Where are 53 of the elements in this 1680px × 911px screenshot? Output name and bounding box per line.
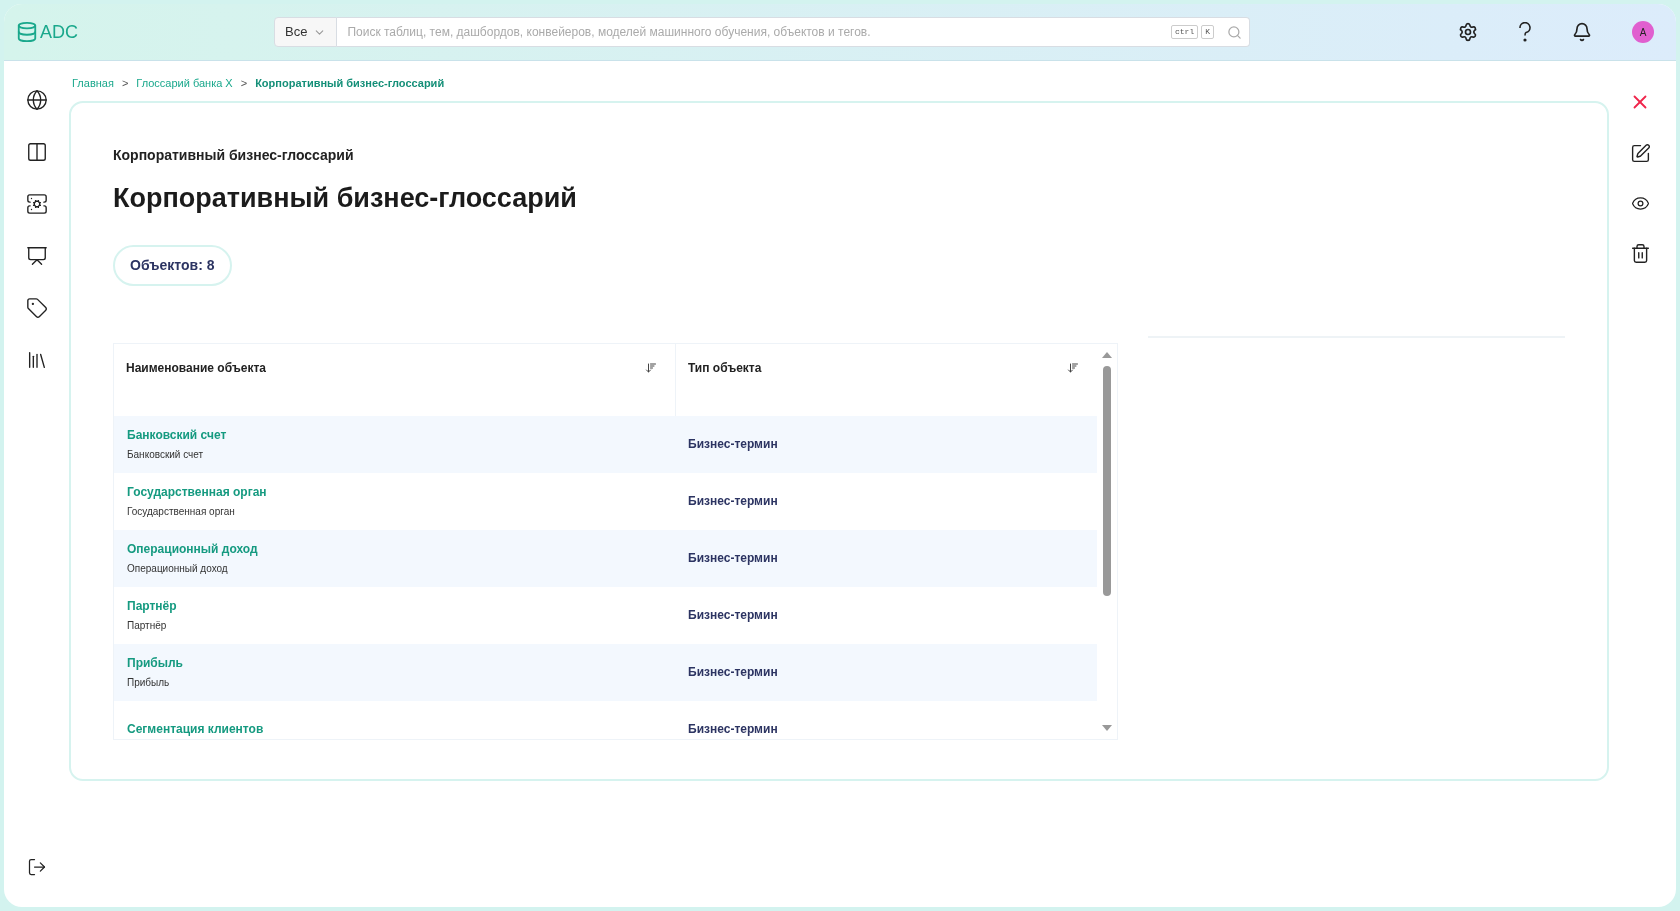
breadcrumb-separator: > bbox=[121, 75, 129, 91]
eye-icon[interactable] bbox=[1630, 194, 1650, 213]
bell-icon[interactable] bbox=[1572, 22, 1592, 42]
breadcrumb-link[interactable]: Корпоративный бизнес-глоссарий bbox=[255, 74, 445, 92]
object-link[interactable]: Банковский счет bbox=[127, 426, 663, 444]
shortcut-key: ctrl bbox=[1171, 25, 1199, 39]
sort-icon[interactable] bbox=[645, 361, 657, 374]
help-icon[interactable] bbox=[1518, 22, 1532, 42]
breadcrumb-link[interactable]: Глоссарий банка X bbox=[136, 74, 233, 92]
table-row[interactable]: Банковский счет Банковский счет Бизнес-термин bbox=[114, 415, 1097, 473]
settings-icon[interactable] bbox=[1458, 22, 1478, 42]
breadcrumb-separator: > bbox=[240, 75, 248, 91]
column-header[interactable]: Тип объекта bbox=[676, 343, 1097, 416]
shortcut-key: K bbox=[1201, 25, 1214, 39]
columns-icon[interactable] bbox=[25, 141, 48, 163]
breadcrumb-link[interactable]: Главная bbox=[72, 74, 114, 92]
trash-icon[interactable] bbox=[1629, 243, 1651, 264]
column-header[interactable]: Наименование объекта bbox=[114, 343, 676, 416]
sort-icon[interactable] bbox=[1067, 361, 1079, 374]
object-link[interactable]: Государственная орган bbox=[127, 483, 663, 501]
object-description: Операционный доход bbox=[127, 562, 229, 576]
object-type: Бизнес-термин bbox=[687, 493, 779, 510]
presentation-icon[interactable] bbox=[25, 245, 48, 267]
object-link[interactable]: Партнёр bbox=[127, 597, 663, 615]
object-link[interactable]: Операционный доход bbox=[127, 540, 663, 558]
object-description: Партнёр bbox=[127, 619, 168, 633]
object-description: Прибыль bbox=[127, 676, 171, 690]
scope-dropdown[interactable]: Все bbox=[274, 17, 338, 47]
page-title: Корпоративный бизнес-глоссарий bbox=[113, 182, 578, 215]
count-badge: Объектов: 8 bbox=[113, 244, 232, 286]
object-type: Бизнес-термин bbox=[687, 721, 779, 738]
table-row[interactable]: Прибыль Прибыль Бизнес-термин bbox=[114, 643, 1097, 701]
object-type: Бизнес-термин bbox=[687, 664, 779, 681]
object-link[interactable]: Прибыль bbox=[127, 654, 663, 672]
scroll-up-icon[interactable] bbox=[1102, 351, 1112, 358]
object-link[interactable]: Сегментация клиентов bbox=[127, 720, 663, 738]
logout-icon[interactable] bbox=[26, 857, 47, 877]
object-description: Государственная орган bbox=[127, 505, 236, 519]
server-icon[interactable] bbox=[25, 193, 48, 215]
logo-icon bbox=[16, 21, 38, 43]
object-type: Бизнес-термин bbox=[687, 550, 779, 567]
object-type: Бизнес-термин bbox=[687, 607, 779, 624]
edit-icon[interactable] bbox=[1629, 143, 1651, 164]
scroll-down-icon[interactable] bbox=[1102, 724, 1112, 731]
table-row[interactable]: Операционный доход Операционный доход Бизнес-термин bbox=[114, 529, 1097, 587]
user-avatar[interactable]: A bbox=[1632, 21, 1654, 43]
object-type: Бизнес-термин bbox=[687, 436, 779, 453]
object-description: Банковский счет bbox=[127, 448, 205, 462]
logo-text: ADC bbox=[40, 20, 78, 44]
page-subtitle: Корпоративный бизнес-глоссарий bbox=[113, 146, 355, 165]
tag-icon[interactable] bbox=[25, 297, 48, 319]
globe-icon[interactable] bbox=[25, 89, 48, 111]
scroll-thumb[interactable] bbox=[1103, 365, 1111, 596]
